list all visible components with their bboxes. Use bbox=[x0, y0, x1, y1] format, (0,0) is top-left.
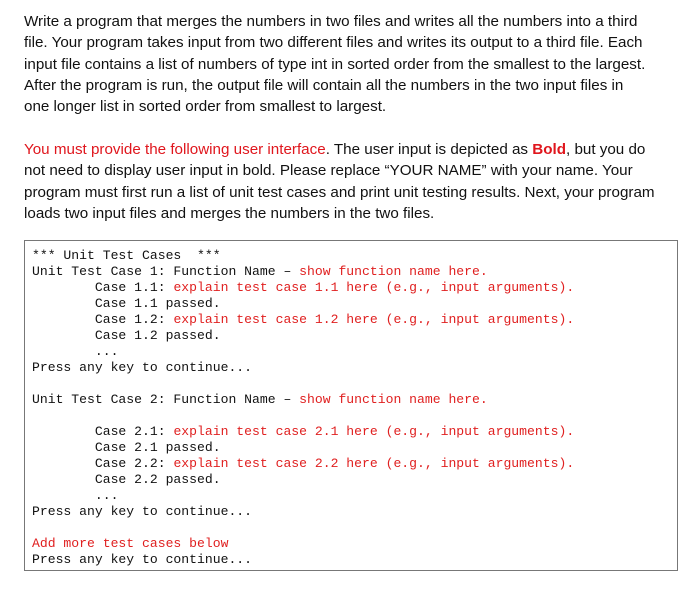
requirements-line: not need to display user input in bold. … bbox=[24, 162, 633, 180]
console-line: Case 2.2 passed. bbox=[32, 472, 574, 488]
requirements-line: program must first run a list of unit te… bbox=[24, 183, 655, 201]
console-line: ... bbox=[32, 488, 574, 504]
console-text: Case 2.1 passed. bbox=[32, 440, 221, 455]
console-placeholder-text: explain test case 2.2 here (e.g., input … bbox=[173, 456, 575, 471]
console-placeholder-text: show function name here. bbox=[299, 392, 488, 407]
console-text: Case 1.1 passed. bbox=[32, 296, 221, 311]
console-line: ... bbox=[32, 344, 574, 360]
console-text: Press any key to continue... bbox=[32, 360, 253, 375]
bold-word: Bold bbox=[532, 141, 566, 158]
console-text: Case 2.2 passed. bbox=[32, 472, 221, 487]
console-text: Press any key to continue... bbox=[32, 504, 253, 519]
console-line: Case 1.2 passed. bbox=[32, 328, 574, 344]
requirements-text: . The user input is depicted as bbox=[325, 141, 533, 158]
requirements-text: , but you do bbox=[566, 141, 646, 158]
console-line: Case 1.2: explain test case 1.2 here (e.… bbox=[32, 312, 574, 328]
console-line: Case 2.2: explain test case 2.2 here (e.… bbox=[32, 456, 574, 472]
console-line: Unit Test Case 2: Function Name – show f… bbox=[32, 392, 574, 408]
console-placeholder-text: explain test case 1.1 here (e.g., input … bbox=[173, 280, 575, 295]
console-line: Unit Test Case 1: Function Name – show f… bbox=[32, 264, 574, 280]
console-output: *** Unit Test Cases *** Unit Test Case 1:… bbox=[32, 248, 574, 568]
requirements-paragraph: You must provide the following user inte… bbox=[24, 139, 655, 224]
intro-line: After the program is run, the output fil… bbox=[24, 76, 624, 94]
console-placeholder-text: explain test case 1.2 here (e.g., input … bbox=[173, 312, 575, 327]
console-line: Add more test cases below bbox=[32, 536, 574, 552]
console-line: Case 2.1 passed. bbox=[32, 440, 574, 456]
console-line: Press any key to continue... bbox=[32, 504, 574, 520]
console-line: *** Unit Test Cases *** bbox=[32, 248, 574, 264]
console-text: Case 2.2: bbox=[32, 456, 174, 471]
intro-line: Write a program that merges the numbers … bbox=[24, 13, 638, 30]
console-placeholder-text: explain test case 2.1 here (e.g., input … bbox=[173, 424, 575, 439]
console-text: Case 1.2: bbox=[32, 312, 174, 327]
requirements-line: You must provide the following user inte… bbox=[24, 139, 655, 160]
console-line: Press any key to continue... bbox=[32, 360, 574, 376]
console-text: Unit Test Case 1: Function Name – bbox=[32, 264, 300, 279]
console-text: Case 1.1: bbox=[32, 280, 174, 295]
console-placeholder-text: Add more test cases below bbox=[32, 536, 229, 551]
requirements-red-lead: You must provide the following user inte… bbox=[24, 141, 326, 158]
console-text: Unit Test Case 2: Function Name – bbox=[32, 392, 300, 407]
console-line: Case 1.1 passed. bbox=[32, 296, 574, 312]
intro-paragraph: Write a program that merges the numbers … bbox=[24, 11, 645, 117]
intro-line: file. Your program takes input from two … bbox=[24, 34, 643, 52]
console-line: Press any key to continue... bbox=[32, 552, 574, 568]
console-text: Press any key to continue... bbox=[32, 552, 253, 567]
console-line: Case 1.1: explain test case 1.1 here (e.… bbox=[32, 280, 574, 296]
console-text: ... bbox=[32, 344, 119, 359]
console-text: Case 1.2 passed. bbox=[32, 328, 221, 343]
console-placeholder-text: show function name here. bbox=[299, 264, 488, 279]
console-text: *** Unit Test Cases *** bbox=[32, 248, 221, 263]
intro-line: input file contains a list of numbers of… bbox=[24, 55, 646, 73]
console-text: ... bbox=[32, 488, 119, 503]
intro-line: one longer list in sorted order from sma… bbox=[24, 98, 387, 116]
console-text: Case 2.1: bbox=[32, 424, 174, 439]
console-line: Case 2.1: explain test case 2.1 here (e.… bbox=[32, 424, 574, 440]
requirements-line: loads two input files and merges the num… bbox=[24, 204, 435, 222]
